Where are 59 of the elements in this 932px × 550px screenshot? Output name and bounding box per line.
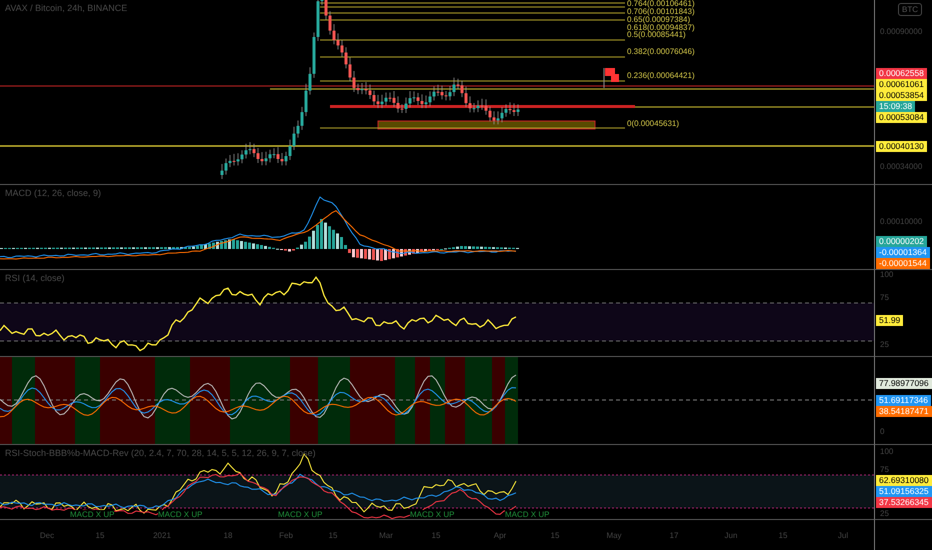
time-axis-label: 15 — [328, 531, 338, 540]
time-axis-label: Mar — [379, 531, 393, 540]
time-axis-label: 15 — [550, 531, 560, 540]
axis-tick-label: 25 — [880, 340, 889, 350]
fib-level-label: 0.5(0.00085441) — [627, 31, 686, 39]
axis-tick-label: 75 — [880, 465, 889, 475]
time-axis-label: 15 — [432, 531, 440, 540]
indicator-title: RSI (14, close) — [5, 273, 65, 283]
time-axis-label: 17 — [670, 531, 678, 540]
time-axis-label: May — [606, 531, 622, 540]
price-tag: 0.00053854 — [876, 90, 927, 101]
fib-level-label: 0.618(0.00094837) — [627, 24, 695, 32]
time-axis-label: Jul — [838, 531, 848, 540]
fib-level-label: 0.764(0.00106461) — [627, 0, 695, 8]
time-axis-label: 18 — [224, 531, 232, 540]
price-tag: 0.00061061 — [876, 79, 927, 90]
price-tag: 37.53266345 — [876, 497, 932, 508]
signal-label: MACD X UP — [505, 510, 550, 519]
fib-level-label: 0.706(0.00101843) — [627, 8, 695, 16]
signal-label: MACD X UP — [410, 510, 454, 519]
indicator-title: RSI-Stoch-BBB%b-MACD-Rev (20, 2.4, 7, 70, 28, 14, 5, 5, 12, 26, 9, 7, close) — [5, 448, 316, 458]
price-tag: 0.00062558 — [876, 68, 927, 79]
axis-tick-label: 0.00034000 — [880, 162, 922, 172]
signal-label: MACD X UP — [278, 510, 322, 519]
axis-tick-label: 0 — [880, 427, 884, 437]
price-tag: 62.69310080 — [876, 475, 932, 486]
axis-tick-label: 0.00090000 — [880, 27, 922, 37]
price-tag: 15:09:38 — [876, 101, 916, 112]
price-tag: 38.54187471 — [876, 406, 932, 417]
price-tag: 0.00040130 — [876, 141, 927, 152]
time-axis-label: Dec — [40, 531, 54, 540]
price-tag: 77.98977096 — [876, 378, 932, 389]
fib-level-label: 0.382(0.00076046) — [627, 48, 695, 56]
price-tag: -0.00001364 — [876, 247, 930, 258]
axis-tick-label: 100 — [880, 270, 894, 280]
time-axis-label: 2021 — [153, 531, 171, 540]
time-axis-label: 15 — [96, 531, 104, 540]
price-tag: 51.09156325 — [876, 486, 932, 497]
fib-level-label: 0.65(0.00097384) — [627, 16, 690, 24]
signal-label: MACD X UP — [158, 510, 202, 519]
currency-badge: BTC — [898, 3, 922, 16]
symbol-title: AVAX / Bitcoin, 24h, BINANCE — [5, 3, 128, 13]
price-tag: 0.00000202 — [876, 236, 927, 247]
time-axis-label: Apr — [494, 531, 506, 540]
time-axis-label: Feb — [279, 531, 293, 540]
price-tag: -0.00001544 — [876, 258, 930, 269]
price-tag: 51.99 — [876, 315, 904, 326]
fib-level-label: 0.236(0.00064421) — [627, 72, 695, 80]
fib-level-label: 0(0.00045631) — [627, 120, 680, 128]
axis-tick-label: 100 — [880, 447, 894, 457]
signal-label: MACD X UP — [70, 510, 114, 519]
indicator-title: MACD (12, 26, close, 9) — [5, 188, 102, 198]
time-axis-label: 15 — [778, 531, 788, 540]
price-tag: 0.00053084 — [876, 112, 927, 123]
time-axis-label: Jun — [724, 531, 738, 540]
price-tag: 51.69117346 — [876, 395, 932, 406]
axis-tick-label: 25 — [880, 509, 889, 519]
axis-tick-label: 75 — [880, 293, 889, 303]
axis-tick-label: 0.00010000 — [880, 217, 922, 227]
